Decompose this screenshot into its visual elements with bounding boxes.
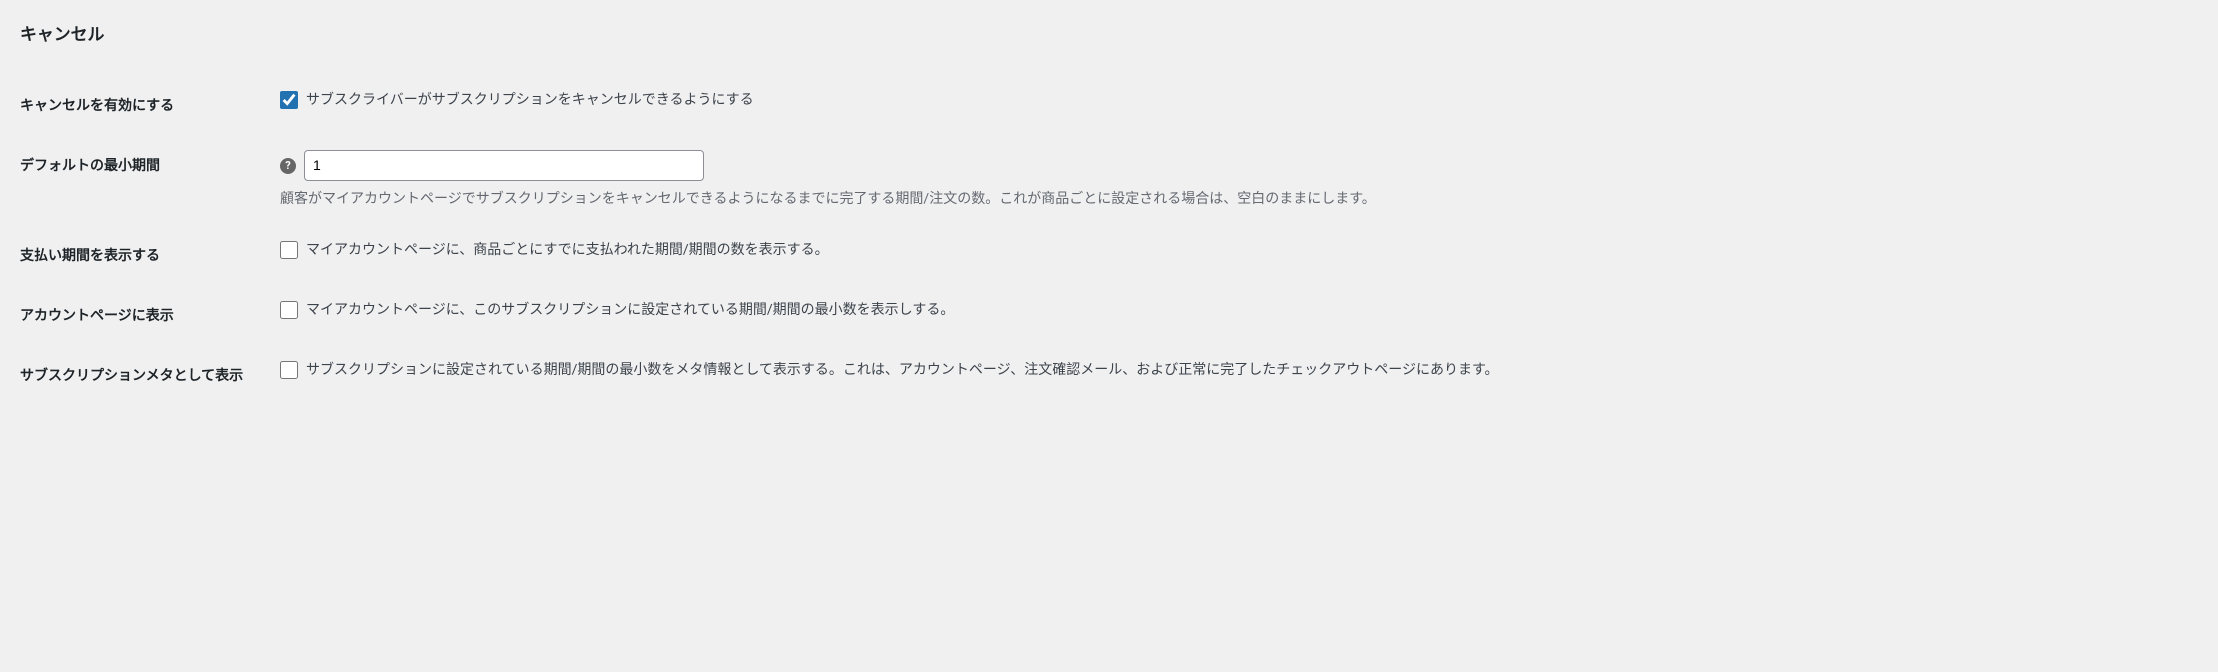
enable-cancel-label: キャンセルを有効にする xyxy=(20,75,270,135)
display-on-account-page-label: アカウントページに表示 xyxy=(20,285,270,345)
display-as-meta-checkbox[interactable] xyxy=(280,361,298,379)
display-on-account-page-description: マイアカウントページに、このサブスクリプションに設定されている期間/期間の最小数… xyxy=(306,300,954,321)
display-paid-periods-checkbox[interactable] xyxy=(280,241,298,259)
display-as-meta-label: サブスクリプションメタとして表示 xyxy=(20,345,270,405)
display-paid-periods-row: 支払い期間を表示する マイアカウントページに、商品ごとにすでに支払われた期間/期… xyxy=(20,225,2198,285)
default-min-period-label: デフォルトの最小期間 xyxy=(20,135,270,225)
section-title: キャンセル xyxy=(20,20,2198,45)
display-paid-periods-label: 支払い期間を表示する xyxy=(20,225,270,285)
enable-cancel-checkbox[interactable] xyxy=(280,91,298,109)
default-min-period-input[interactable] xyxy=(304,150,704,181)
default-min-period-description: 顧客がマイアカウントページでサブスクリプションをキャンセルできるようになるまでに… xyxy=(280,189,2188,210)
default-min-period-row: デフォルトの最小期間 ? 顧客がマイアカウントページでサブスクリプションをキャン… xyxy=(20,135,2198,225)
display-on-account-page-row: アカウントページに表示 マイアカウントページに、このサブスクリプションに設定され… xyxy=(20,285,2198,345)
display-as-meta-row: サブスクリプションメタとして表示 サブスクリプションに設定されている期間/期間の… xyxy=(20,345,2198,405)
display-as-meta-description: サブスクリプションに設定されている期間/期間の最小数をメタ情報として表示する。こ… xyxy=(306,360,1499,381)
enable-cancel-description: サブスクライバーがサブスクリプションをキャンセルできるようにする xyxy=(306,90,754,111)
display-on-account-page-checkbox[interactable] xyxy=(280,301,298,319)
help-icon[interactable]: ? xyxy=(280,158,296,174)
display-paid-periods-description: マイアカウントページに、商品ごとにすでに支払われた期間/期間の数を表示する。 xyxy=(306,240,829,261)
enable-cancel-row: キャンセルを有効にする サブスクライバーがサブスクリプションをキャンセルできるよ… xyxy=(20,75,2198,135)
